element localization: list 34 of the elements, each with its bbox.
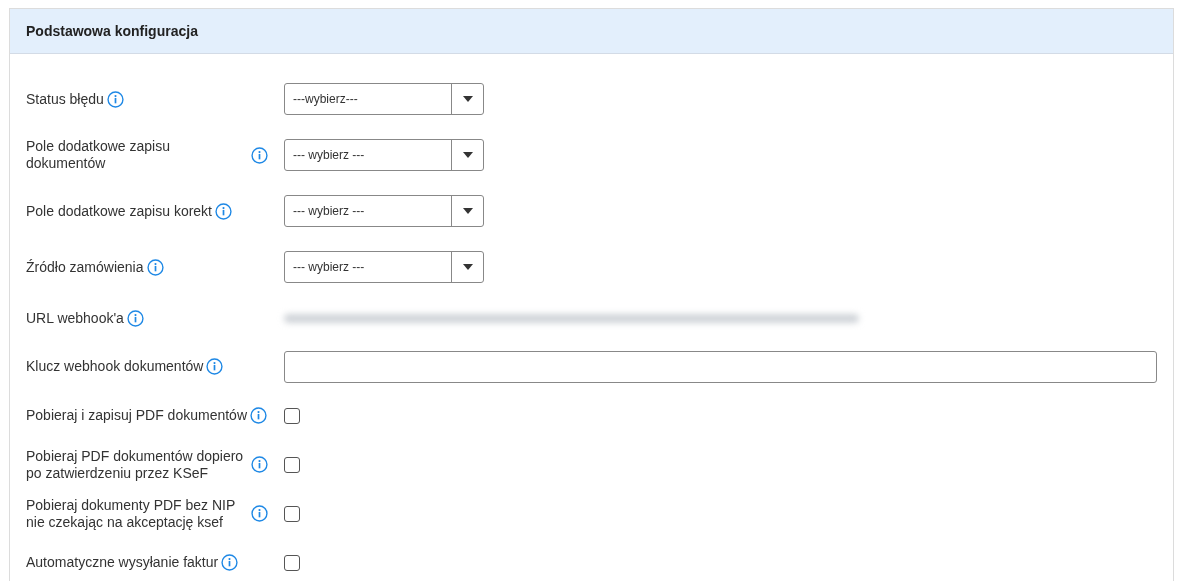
select-dropdown[interactable]: --- wybierz ---	[284, 195, 484, 227]
checkbox[interactable]	[284, 456, 300, 473]
info-icon[interactable]	[215, 202, 232, 220]
field-label: Pobieraj dokumenty PDF bez NIP nie czekając na akceptację ksef	[26, 496, 237, 531]
caret-icon	[462, 96, 473, 102]
select-dropdown[interactable]: --- wybierz ---	[284, 139, 484, 171]
info-icon[interactable]	[206, 358, 224, 375]
checkbox[interactable]	[284, 505, 300, 522]
caret-icon	[462, 264, 473, 270]
input-field[interactable]	[284, 350, 1157, 383]
field-label: Pobieraj PDF dokumentów dopiero po zatwierdzeniu przez KSeF	[26, 447, 245, 482]
info-icon[interactable]	[221, 554, 239, 571]
caret-icon	[462, 208, 473, 214]
field-label: URL webhook'a	[26, 310, 124, 327]
info-icon[interactable]	[126, 310, 144, 327]
info-icon[interactable]	[250, 407, 267, 424]
field-label: Pole dodatkowe zapisu dokumentów	[26, 138, 171, 172]
caret-icon	[462, 152, 473, 158]
field-label: Pole dodatkowe zapisu korekt	[26, 202, 212, 220]
field-label: Pobieraj i zapisuj PDF dokumentów	[26, 407, 247, 424]
field-label: Automatyczne wysyłanie faktur	[26, 554, 219, 571]
info-icon[interactable]	[146, 258, 164, 276]
checkbox[interactable]	[284, 554, 300, 571]
info-icon[interactable]	[251, 505, 268, 522]
field-label: Status błędu	[26, 90, 104, 108]
select-dropdown[interactable]: ---wybierz---	[284, 83, 484, 115]
field-label: Klucz webhook dokumentów	[26, 358, 204, 375]
field-label: Źródło zamówienia	[26, 258, 144, 276]
select-dropdown[interactable]: --- wybierz ---	[284, 251, 484, 283]
info-icon[interactable]	[106, 90, 124, 108]
checkbox[interactable]	[284, 407, 300, 424]
panel-title: Podstawowa konfiguracja	[26, 23, 198, 39]
info-icon[interactable]	[251, 146, 268, 164]
info-icon[interactable]	[251, 456, 268, 473]
